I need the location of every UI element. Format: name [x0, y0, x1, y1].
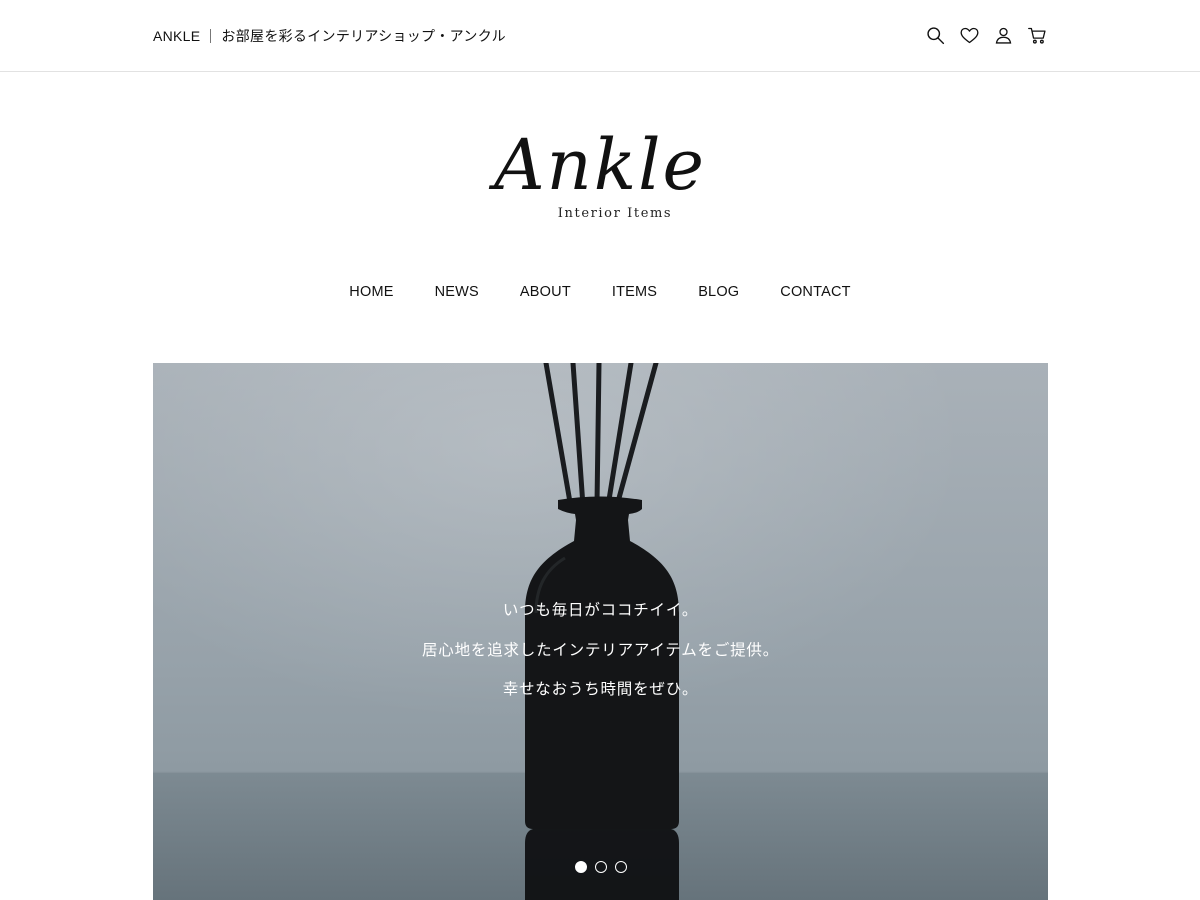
- site-logo[interactable]: Ankle Interior Items: [470, 120, 730, 230]
- header-icons: [924, 25, 1048, 47]
- nav-contact[interactable]: CONTACT: [780, 280, 850, 304]
- brand-line[interactable]: ANKLE お部屋を彩るインテリアショップ・アンクル: [153, 26, 506, 46]
- brand-separator: [210, 28, 212, 43]
- user-icon[interactable]: [992, 25, 1014, 47]
- hero-line-2: 居心地を追求したインテリアアイテムをご提供。: [421, 641, 780, 659]
- nav-about[interactable]: ABOUT: [520, 280, 571, 304]
- hero-slider: いつも毎日がココチイイ。 居心地を追求したインテリアアイテムをご提供。 幸せなお…: [153, 363, 1048, 900]
- top-bar-inner: ANKLE お部屋を彩るインテリアショップ・アンクル: [153, 0, 1048, 71]
- hero-line-3: 幸せなおうち時間をぜひ。: [502, 681, 699, 698]
- brand-tagline: お部屋を彩るインテリアショップ・アンクル: [221, 27, 506, 44]
- hero-line-1: いつも毎日がココチイイ。: [502, 602, 699, 619]
- slider-dots: [153, 861, 1048, 873]
- logo-script: Ankle: [494, 124, 706, 206]
- nav-blog[interactable]: BLOG: [698, 280, 739, 304]
- slider-dot-3[interactable]: [614, 861, 627, 873]
- brand-name: ANKLE: [153, 27, 201, 44]
- search-icon[interactable]: [924, 25, 946, 47]
- cart-icon[interactable]: [1026, 25, 1048, 47]
- top-bar: ANKLE お部屋を彩るインテリアショップ・アンクル: [0, 0, 1200, 72]
- nav-home[interactable]: HOME: [349, 280, 393, 304]
- logo-area: Ankle Interior Items: [0, 120, 1200, 240]
- nav-items[interactable]: ITEMS: [612, 280, 657, 304]
- heart-icon[interactable]: [958, 25, 980, 47]
- main-nav: HOME NEWS ABOUT ITEMS BLOG CONTACT: [0, 280, 1200, 304]
- hero-copy: いつも毎日がココチイイ。 居心地を追求したインテリアアイテムをご提供。 幸せなお…: [153, 591, 1048, 710]
- slider-dot-2[interactable]: [594, 861, 607, 873]
- nav-news[interactable]: NEWS: [435, 280, 479, 304]
- logo-subtitle: Interior Items: [557, 206, 673, 221]
- slider-dot-1[interactable]: [574, 861, 587, 873]
